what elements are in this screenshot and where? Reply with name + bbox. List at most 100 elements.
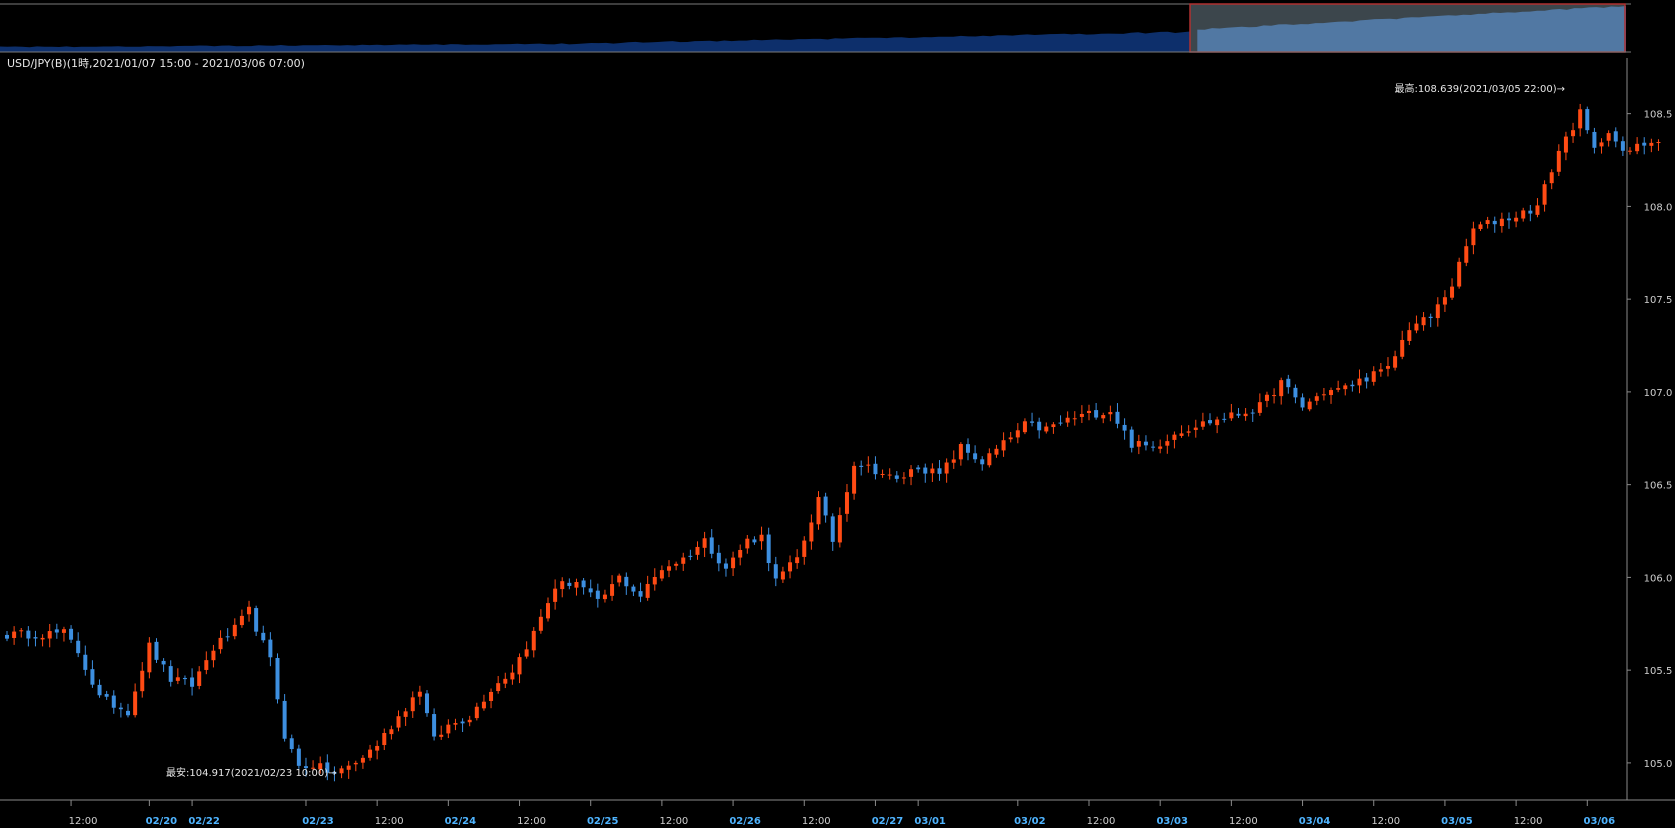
candle — [1563, 131, 1568, 161]
candle — [1272, 388, 1277, 404]
candle-body — [1314, 396, 1319, 401]
candle — [738, 544, 743, 566]
candle — [1286, 374, 1291, 394]
candle — [1599, 138, 1604, 154]
candle-body — [738, 549, 743, 558]
candle-body — [973, 453, 978, 460]
candle — [175, 668, 180, 685]
candle — [54, 623, 59, 639]
candle — [1158, 439, 1163, 454]
price-chart[interactable]: 105.0 105.5 106.0 106.5 107.0 107.5 108.0 108.5… — [0, 0, 1675, 828]
candle — [453, 718, 458, 731]
candle — [517, 653, 522, 684]
candle — [1143, 435, 1148, 451]
time-tick-label: 03/04 — [1299, 816, 1331, 827]
candle — [880, 469, 885, 478]
candle — [510, 664, 515, 685]
candle — [524, 641, 529, 659]
candle-body — [987, 453, 992, 466]
candle — [19, 628, 24, 638]
candle-body — [33, 637, 38, 639]
candle — [1236, 408, 1241, 419]
candle — [567, 578, 572, 590]
candle — [1087, 404, 1091, 421]
price-tick-label: 106.5 — [1644, 481, 1673, 492]
candle-body — [652, 577, 657, 585]
candle — [1414, 315, 1419, 334]
candle — [610, 575, 615, 601]
candle-body — [453, 723, 458, 725]
candle-body — [930, 468, 935, 474]
candle-body — [1272, 395, 1277, 397]
candle — [802, 536, 807, 565]
candle-body — [681, 557, 686, 564]
candle-body — [211, 650, 216, 661]
candle — [26, 626, 31, 647]
time-tick-label: 12:00 — [1514, 816, 1543, 827]
candle-body — [1044, 426, 1049, 432]
candle — [439, 725, 444, 740]
candle — [1506, 212, 1511, 229]
candle-body — [47, 631, 52, 639]
time-tick-label: 12:00 — [375, 816, 404, 827]
candle-body — [1257, 402, 1262, 413]
candle-body — [40, 637, 45, 640]
candle-body — [1485, 220, 1490, 225]
candle-body — [802, 540, 807, 557]
candle-body — [887, 474, 892, 476]
candle-body — [1179, 433, 1184, 436]
candle-body — [923, 467, 928, 474]
candle — [154, 638, 159, 664]
candle-body — [1015, 430, 1020, 438]
time-tick-label: 12:00 — [659, 816, 688, 827]
candle-body — [1222, 418, 1227, 420]
candle-body — [147, 642, 152, 673]
time-tick-label: 02/20 — [146, 816, 178, 827]
time-tick-label: 02/26 — [729, 816, 761, 827]
candle — [1058, 415, 1063, 426]
candle — [239, 609, 244, 628]
candle — [1015, 423, 1020, 444]
candle — [69, 625, 74, 644]
candle — [1606, 130, 1611, 147]
candle-body — [19, 630, 24, 632]
time-tick-label: 12:00 — [517, 816, 546, 827]
candle-body — [1108, 412, 1113, 415]
candle-body — [282, 700, 287, 739]
candle-body — [823, 496, 828, 516]
candle-body — [702, 538, 707, 548]
candle-body — [1499, 218, 1504, 227]
price-tick-label: 105.5 — [1644, 666, 1673, 677]
candle-body — [1492, 220, 1497, 225]
candle-body — [745, 538, 750, 549]
candle-body — [951, 459, 956, 463]
candle — [1620, 136, 1625, 157]
candle — [723, 558, 728, 577]
time-tick-label: 02/27 — [872, 816, 904, 827]
candle — [1264, 391, 1269, 408]
candle-body — [1101, 415, 1106, 419]
candle — [1222, 412, 1227, 423]
candle-body — [1172, 434, 1177, 440]
candle — [424, 690, 429, 717]
candle — [1051, 422, 1056, 434]
candle — [1492, 216, 1497, 233]
candle — [973, 445, 978, 463]
candle — [695, 541, 700, 560]
candle — [1421, 312, 1426, 331]
candle-body — [723, 563, 728, 569]
candle-body — [133, 691, 138, 716]
candle-body — [752, 539, 757, 543]
candle — [631, 584, 636, 597]
candle-body — [965, 444, 970, 453]
candle-body — [446, 724, 451, 734]
candle-body — [1115, 411, 1120, 424]
candle-body — [517, 657, 522, 675]
candle — [1179, 425, 1184, 438]
candle-body — [1307, 401, 1312, 410]
candle — [1065, 411, 1070, 427]
candle-body — [816, 497, 821, 525]
candle — [923, 463, 928, 483]
candle — [197, 666, 202, 690]
candle — [958, 442, 963, 466]
